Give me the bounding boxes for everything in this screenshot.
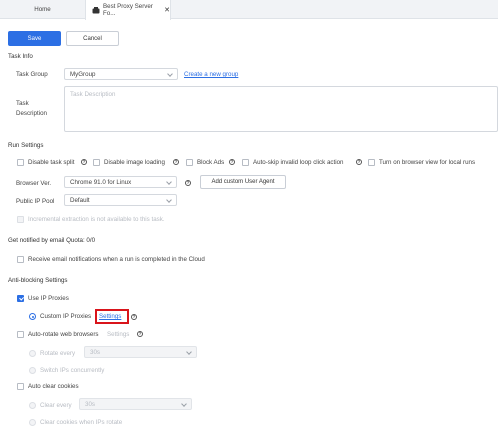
auto-clear-cookies-checkbox[interactable] (17, 383, 24, 390)
run-settings-heading: Run Settings (8, 142, 44, 149)
tab-task[interactable]: Best Proxy Server Fo... ✕ (85, 0, 171, 20)
block-ads-checkbox[interactable] (186, 159, 193, 166)
email-notification-label: Receive email notifications when a run i… (28, 256, 205, 263)
help-icon[interactable]: ? (137, 331, 143, 337)
browser-view-checkbox[interactable] (368, 159, 375, 166)
task-icon (92, 6, 100, 14)
save-button[interactable]: Save (8, 31, 61, 46)
email-notification-checkbox[interactable] (17, 256, 24, 263)
block-ads-label: Block Ads (197, 159, 225, 166)
chevron-down-icon (186, 349, 192, 355)
disable-task-split-label: Disable task split (28, 159, 75, 166)
disable-image-loading-checkbox[interactable] (93, 159, 100, 166)
task-group-value: MyGroup (70, 70, 96, 78)
task-group-select[interactable]: MyGroup (64, 68, 178, 80)
help-icon[interactable]: ? (356, 159, 362, 165)
clear-every-value: 30s (85, 400, 95, 408)
tab-home-label: Home (34, 6, 51, 13)
custom-ip-proxies-label: Custom IP Proxies (40, 313, 92, 320)
custom-ip-settings-link[interactable]: Settings (99, 313, 121, 320)
tab-bar: Home Best Proxy Server Fo... ✕ (0, 0, 498, 20)
rotate-every-value: 30s (90, 348, 100, 356)
task-description-label-1: Task (16, 100, 29, 107)
disable-image-loading-label: Disable image loading (104, 159, 165, 166)
disable-task-split-checkbox[interactable] (17, 159, 24, 166)
rotate-every-select: 30s (84, 346, 197, 358)
public-ip-pool-select[interactable]: Default (64, 194, 177, 206)
help-icon[interactable]: ? (185, 180, 191, 186)
use-ip-proxies-label: Use IP Proxies (28, 295, 69, 302)
help-icon[interactable]: ? (173, 159, 179, 165)
switch-ips-radio (29, 367, 36, 374)
help-icon[interactable]: ? (131, 314, 137, 320)
clear-every-label: Clear every (40, 402, 72, 409)
tab-task-label: Best Proxy Server Fo... (103, 3, 153, 17)
close-tab-icon[interactable]: ✕ (164, 6, 170, 14)
task-info-heading: Task Info (8, 53, 33, 60)
auto-skip-label: Auto-skip invalid loop click action (253, 159, 344, 166)
use-ip-proxies-checkbox[interactable] (17, 295, 24, 302)
chevron-down-icon (166, 197, 172, 203)
create-group-link[interactable]: Create a new group (184, 71, 238, 78)
anti-blocking-heading: Anti-blocking Settings (8, 277, 68, 284)
clear-every-select: 30s (79, 398, 192, 410)
clear-every-radio (29, 402, 36, 409)
browser-version-value: Chrome 91.0 for Linux (70, 178, 132, 186)
public-ip-pool-value: Default (70, 196, 90, 204)
chevron-down-icon (181, 401, 187, 407)
clear-when-ips-rotate-label: Clear cookies when IPs rotate (40, 419, 123, 426)
task-group-label: Task Group (16, 71, 48, 78)
incremental-extraction-checkbox (17, 216, 24, 223)
rotate-every-label: Rotate every (40, 350, 76, 357)
help-icon[interactable]: ? (229, 159, 235, 165)
chevron-down-icon (166, 179, 172, 185)
task-description-label-2: Description (16, 110, 47, 117)
add-custom-user-agent-button[interactable]: Add custom User Agent (200, 175, 286, 189)
auto-rotate-browsers-checkbox[interactable] (17, 331, 24, 338)
browser-view-label: Turn on browser view for local runs (379, 159, 476, 166)
cancel-button[interactable]: Cancel (66, 31, 119, 46)
auto-rotate-browsers-label: Auto-rotate web browsers (28, 331, 99, 338)
tab-home[interactable]: Home (0, 0, 85, 19)
chevron-down-icon (167, 71, 173, 77)
email-heading: Get notified by email Quota: 0/0 (8, 237, 96, 244)
auto-clear-cookies-label: Auto clear cookies (28, 383, 79, 390)
rotate-every-radio (29, 350, 36, 357)
switch-ips-label: Switch IPs concurrently (40, 367, 105, 374)
help-icon[interactable]: ? (81, 159, 87, 165)
clear-when-ips-rotate-radio (29, 419, 36, 426)
auto-rotate-settings-link: Settings (107, 331, 130, 338)
task-description-input[interactable]: Task Description (64, 86, 498, 132)
custom-ip-proxies-radio[interactable] (29, 313, 36, 320)
browser-version-label: Browser Ver. (16, 180, 52, 187)
incremental-extraction-note: Incremental extraction is not available … (28, 216, 165, 223)
auto-skip-checkbox[interactable] (242, 159, 249, 166)
browser-version-select[interactable]: Chrome 91.0 for Linux (64, 176, 177, 188)
public-ip-pool-label: Public IP Pool (16, 198, 55, 205)
